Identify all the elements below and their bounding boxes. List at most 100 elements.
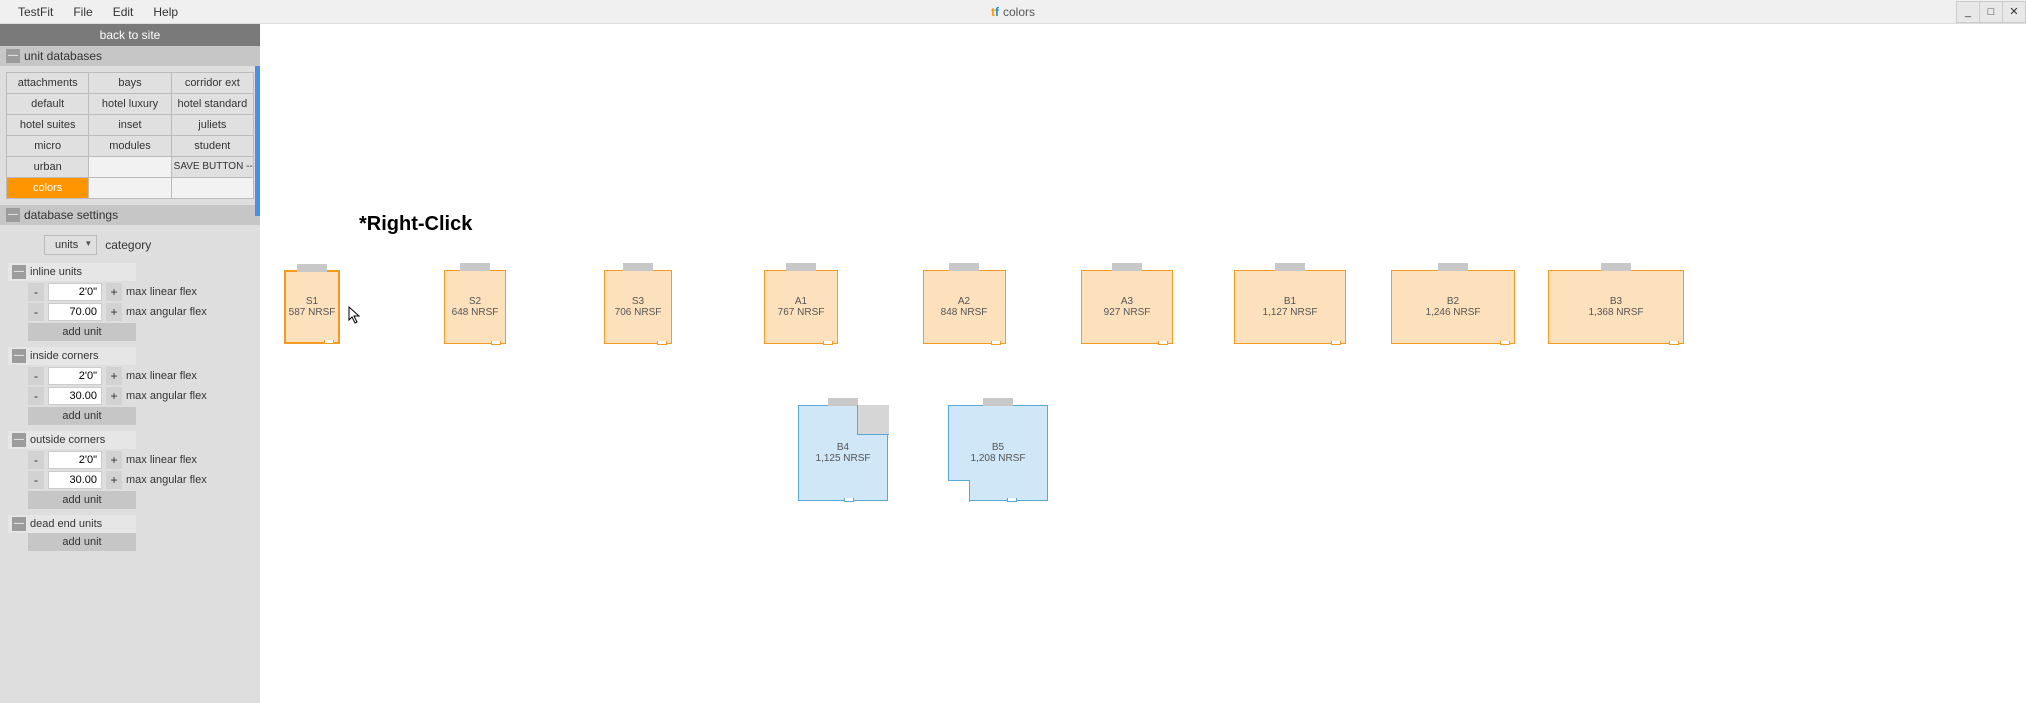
- door-icon: [491, 341, 501, 345]
- unit-name: S2: [469, 296, 481, 307]
- db-item[interactable]: inset: [89, 115, 170, 135]
- add-unit-button[interactable]: add unit: [28, 323, 136, 341]
- unit-name: A1: [795, 296, 807, 307]
- collapse-icon[interactable]: —: [12, 433, 26, 447]
- unit-area: 1,368 NRSF: [1588, 307, 1643, 318]
- unit-databases-header[interactable]: — unit databases: [0, 46, 260, 66]
- db-item[interactable]: hotel suites: [7, 115, 88, 135]
- door-icon: [324, 340, 334, 344]
- db-item[interactable]: colors: [7, 178, 88, 198]
- param-label: max angular flex: [126, 306, 207, 318]
- db-item[interactable]: micro: [7, 136, 88, 156]
- subgroup-header[interactable]: — dead end units: [8, 515, 136, 533]
- unit-card-b5[interactable]: B5 1,208 NRSF: [948, 405, 1048, 501]
- add-unit-button[interactable]: add unit: [28, 407, 136, 425]
- value-input[interactable]: [48, 303, 102, 321]
- collapse-icon[interactable]: —: [12, 517, 26, 531]
- menu-testfit[interactable]: TestFit: [8, 1, 63, 23]
- notch-icon: [948, 480, 970, 502]
- unit-card[interactable]: S2 648 NRSF: [444, 270, 506, 344]
- db-item: [172, 178, 253, 198]
- subgroup-title: inline units: [30, 266, 82, 278]
- value-input[interactable]: [48, 471, 102, 489]
- decrement-button[interactable]: -: [28, 303, 44, 321]
- menu-file[interactable]: File: [63, 1, 102, 23]
- unit-card[interactable]: B1 1,127 NRSF: [1234, 270, 1346, 344]
- door-icon: [823, 341, 833, 345]
- unit-card[interactable]: A2 848 NRSF: [923, 270, 1006, 344]
- unit-card[interactable]: B2 1,246 NRSF: [1391, 270, 1515, 344]
- collapse-icon[interactable]: —: [12, 265, 26, 279]
- value-input[interactable]: [48, 387, 102, 405]
- tf-logo-icon: tf: [991, 5, 999, 19]
- unit-card[interactable]: S1 587 NRSF: [284, 270, 340, 344]
- increment-button[interactable]: +: [106, 387, 122, 405]
- menu-edit[interactable]: Edit: [103, 1, 144, 23]
- value-input[interactable]: [48, 451, 102, 469]
- cursor-icon: [348, 306, 362, 324]
- decrement-button[interactable]: -: [28, 451, 44, 469]
- db-item[interactable]: urban: [7, 157, 88, 177]
- unit-card[interactable]: A3 927 NRSF: [1081, 270, 1173, 344]
- unit-card-b4[interactable]: B4 1,125 NRSF: [798, 405, 888, 501]
- door-icon: [991, 341, 1001, 345]
- category-select[interactable]: units: [44, 235, 97, 255]
- unit-area: 587 NRSF: [289, 307, 336, 318]
- door-icon: [623, 263, 653, 271]
- minimize-button[interactable]: _: [1956, 1, 1980, 23]
- door-icon: [1158, 341, 1168, 345]
- door-icon: [949, 263, 979, 271]
- unit-card[interactable]: S3 706 NRSF: [604, 270, 672, 344]
- unit-area: 706 NRSF: [615, 307, 662, 318]
- value-input[interactable]: [48, 367, 102, 385]
- increment-button[interactable]: +: [106, 451, 122, 469]
- subgroup-header[interactable]: — inline units: [8, 263, 136, 281]
- decrement-button[interactable]: -: [28, 471, 44, 489]
- decrement-button[interactable]: -: [28, 283, 44, 301]
- decrement-button[interactable]: -: [28, 367, 44, 385]
- unit-area: 1,246 NRSF: [1425, 307, 1480, 318]
- increment-button[interactable]: +: [106, 303, 122, 321]
- notch-icon: [857, 405, 889, 435]
- increment-button[interactable]: +: [106, 283, 122, 301]
- db-item[interactable]: bays: [89, 73, 170, 93]
- value-input[interactable]: [48, 283, 102, 301]
- subgroup-header[interactable]: — inside corners: [8, 347, 136, 365]
- category-label: category: [105, 238, 151, 252]
- add-unit-button[interactable]: add unit: [28, 491, 136, 509]
- db-item[interactable]: juliets: [172, 115, 253, 135]
- unit-area: 1,125 NRSF: [815, 453, 870, 464]
- menu-help[interactable]: Help: [143, 1, 188, 23]
- add-unit-button[interactable]: add unit: [28, 533, 136, 551]
- db-item[interactable]: modules: [89, 136, 170, 156]
- canvas[interactable]: *Right-Click S1 587 NRSF S2 648 NRSF S3 …: [260, 24, 2026, 703]
- door-icon: [460, 263, 490, 271]
- collapse-icon[interactable]: —: [12, 349, 26, 363]
- decrement-button[interactable]: -: [28, 387, 44, 405]
- door-icon: [1275, 263, 1305, 271]
- database-settings-header[interactable]: — database settings: [0, 205, 260, 225]
- db-item[interactable]: attachments: [7, 73, 88, 93]
- increment-button[interactable]: +: [106, 471, 122, 489]
- window-title: tf colors: [991, 5, 1035, 19]
- db-item[interactable]: default: [7, 94, 88, 114]
- increment-button[interactable]: +: [106, 367, 122, 385]
- param-label: max angular flex: [126, 390, 207, 402]
- db-item[interactable]: hotel standard: [172, 94, 253, 114]
- db-item[interactable]: student: [172, 136, 253, 156]
- door-icon: [1500, 341, 1510, 345]
- db-item[interactable]: hotel luxury: [89, 94, 170, 114]
- back-to-site-button[interactable]: back to site: [0, 24, 260, 46]
- collapse-icon[interactable]: —: [6, 208, 20, 222]
- db-item[interactable]: corridor ext: [172, 73, 253, 93]
- door-icon: [1331, 341, 1341, 345]
- subgroup-title: outside corners: [30, 434, 105, 446]
- db-item[interactable]: SAVE BUTTON --: [172, 157, 253, 177]
- unit-card[interactable]: A1 767 NRSF: [764, 270, 838, 344]
- subgroup-header[interactable]: — outside corners: [8, 431, 136, 449]
- collapse-icon[interactable]: —: [6, 49, 20, 63]
- maximize-button[interactable]: □: [1979, 1, 2003, 23]
- close-button[interactable]: ✕: [2002, 1, 2026, 23]
- unit-card[interactable]: B3 1,368 NRSF: [1548, 270, 1684, 344]
- param-label: max linear flex: [126, 286, 197, 298]
